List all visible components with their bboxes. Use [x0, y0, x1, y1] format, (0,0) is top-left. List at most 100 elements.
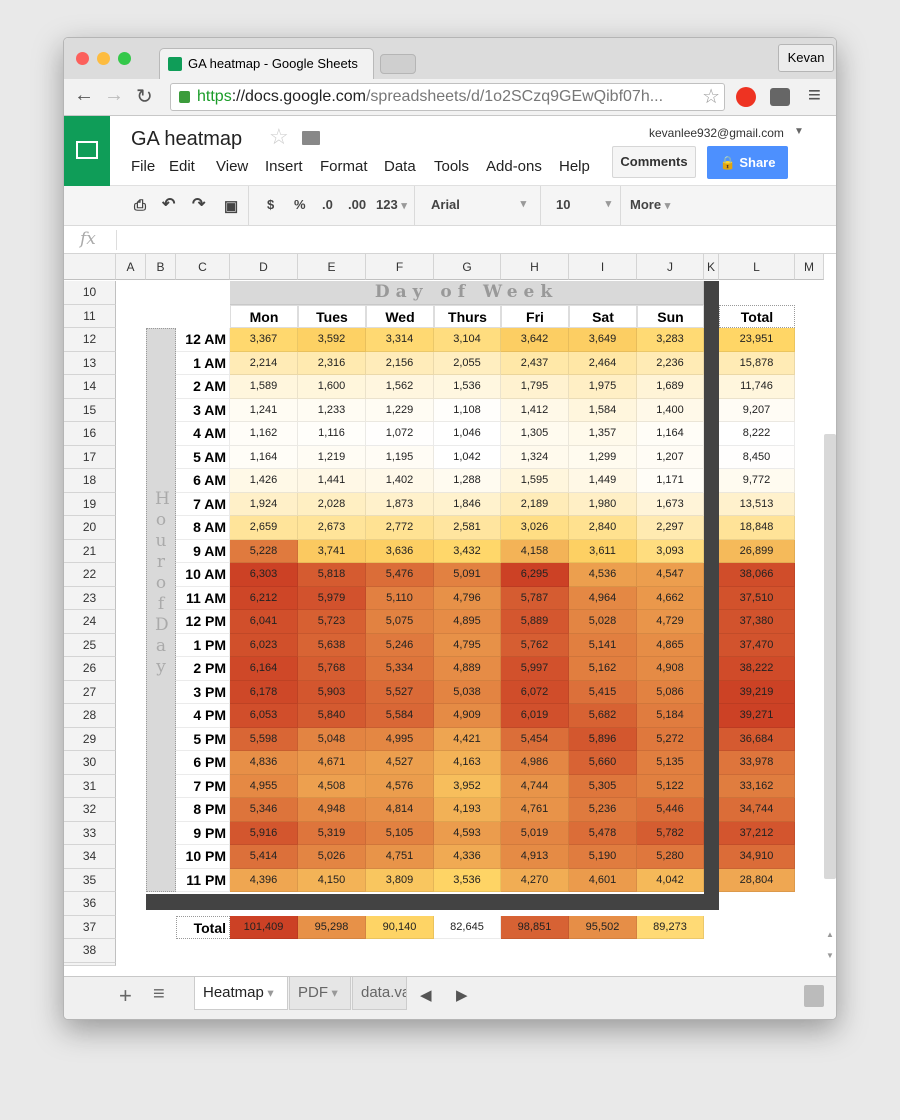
heatmap-cell[interactable]: 4,671: [298, 751, 366, 775]
scroll-up-icon[interactable]: ▲: [826, 930, 834, 939]
heatmap-cell[interactable]: 5,414: [230, 845, 298, 869]
url-input[interactable]: https://docs.google.com/spreadsheets/d/1…: [170, 83, 725, 111]
row-header-23[interactable]: 23: [64, 586, 116, 610]
undo-icon[interactable]: ↶: [162, 194, 175, 214]
heatmap-cell[interactable]: 5,660: [569, 751, 637, 775]
heatmap-cell[interactable]: 1,924: [230, 492, 298, 516]
heatmap-cell[interactable]: 3,741: [298, 539, 366, 563]
row-header-15[interactable]: 15: [64, 398, 116, 422]
increase-decimal-button[interactable]: .00: [348, 197, 366, 212]
row-header-38[interactable]: 38: [64, 939, 116, 963]
row-header-30[interactable]: 30: [64, 751, 116, 775]
row-header-29[interactable]: 29: [64, 727, 116, 751]
sheet-tab-heatmap[interactable]: Heatmap ▾: [194, 977, 288, 1010]
heatmap-cell[interactable]: 5,246: [366, 633, 434, 657]
sheet-tab-datava[interactable]: data.va: [352, 977, 407, 1010]
menu-insert[interactable]: Insert: [265, 158, 303, 175]
row-total-cell[interactable]: 37,212: [719, 821, 795, 845]
row-total-cell[interactable]: 8,450: [719, 445, 795, 469]
heatmap-cell[interactable]: 5,228: [230, 539, 298, 563]
heatmap-cell[interactable]: 3,952: [434, 774, 501, 798]
heatmap-cell[interactable]: 2,316: [298, 351, 366, 375]
heatmap-cell[interactable]: 5,110: [366, 586, 434, 610]
scroll-tabs-left-icon[interactable]: ◀: [420, 986, 432, 1004]
back-icon[interactable]: ←: [74, 84, 94, 107]
heatmap-cell[interactable]: 2,055: [434, 351, 501, 375]
heatmap-cell[interactable]: 5,889: [501, 610, 569, 634]
font-size-select[interactable]: 10 ▾: [556, 197, 611, 212]
heatmap-cell[interactable]: 1,195: [366, 445, 434, 469]
row-header-19[interactable]: 19: [64, 492, 116, 516]
heatmap-cell[interactable]: 5,997: [501, 657, 569, 681]
heatmap-cell[interactable]: 1,171: [637, 469, 704, 493]
heatmap-cell[interactable]: 5,896: [569, 727, 637, 751]
menu-file[interactable]: File: [131, 158, 155, 175]
heatmap-cell[interactable]: 4,270: [501, 868, 569, 892]
heatmap-cell[interactable]: 5,916: [230, 821, 298, 845]
row-header-33[interactable]: 33: [64, 821, 116, 845]
folder-icon[interactable]: [302, 131, 320, 145]
heatmap-cell[interactable]: 3,649: [569, 328, 637, 352]
menu-icon[interactable]: ≡: [808, 82, 821, 108]
heatmap-cell[interactable]: 5,638: [298, 633, 366, 657]
menu-help[interactable]: Help: [559, 158, 590, 175]
heatmap-cell[interactable]: 5,026: [298, 845, 366, 869]
heatmap-cell[interactable]: 5,319: [298, 821, 366, 845]
heatmap-cell[interactable]: 5,086: [637, 680, 704, 704]
heatmap-cell[interactable]: 4,913: [501, 845, 569, 869]
heatmap-cell[interactable]: 1,426: [230, 469, 298, 493]
heatmap-cell[interactable]: 5,598: [230, 727, 298, 751]
heatmap-cell[interactable]: 4,964: [569, 586, 637, 610]
row-total-cell[interactable]: 26,899: [719, 539, 795, 563]
column-header-E[interactable]: E: [298, 254, 366, 280]
row-header-25[interactable]: 25: [64, 633, 116, 657]
row-header-22[interactable]: 22: [64, 563, 116, 587]
heatmap-cell[interactable]: 6,295: [501, 563, 569, 587]
heatmap-cell[interactable]: 5,787: [501, 586, 569, 610]
currency-format-button[interactable]: $: [267, 197, 274, 212]
heatmap-cell[interactable]: 5,840: [298, 704, 366, 728]
heatmap-cell[interactable]: 5,476: [366, 563, 434, 587]
row-header-16[interactable]: 16: [64, 422, 116, 446]
heatmap-cell[interactable]: 2,236: [637, 351, 704, 375]
row-header-32[interactable]: 32: [64, 798, 116, 822]
heatmap-cell[interactable]: 1,324: [501, 445, 569, 469]
heatmap-cell[interactable]: 1,873: [366, 492, 434, 516]
heatmap-cell[interactable]: 4,986: [501, 751, 569, 775]
heatmap-cell[interactable]: 4,836: [230, 751, 298, 775]
heatmap-cell[interactable]: 1,562: [366, 375, 434, 399]
number-format-button[interactable]: 123 ▾: [376, 197, 407, 212]
row-header-12[interactable]: 12: [64, 328, 116, 352]
column-header-C[interactable]: C: [176, 254, 230, 280]
heatmap-cell[interactable]: 5,280: [637, 845, 704, 869]
heatmap-cell[interactable]: 4,593: [434, 821, 501, 845]
comments-button[interactable]: Comments: [612, 146, 696, 178]
heatmap-cell[interactable]: 1,673: [637, 492, 704, 516]
decrease-decimal-button[interactable]: .0: [322, 197, 333, 212]
heatmap-cell[interactable]: 1,412: [501, 398, 569, 422]
row-header-17[interactable]: 17: [64, 445, 116, 469]
row-total-cell[interactable]: 23,951: [719, 328, 795, 352]
row-header-10[interactable]: 10: [64, 281, 116, 305]
row-total-cell[interactable]: 36,684: [719, 727, 795, 751]
row-total-cell[interactable]: 37,470: [719, 633, 795, 657]
heatmap-cell[interactable]: 5,762: [501, 633, 569, 657]
row-header-36[interactable]: 36: [64, 892, 116, 916]
paint-format-icon[interactable]: ▣: [224, 197, 238, 215]
menu-format[interactable]: Format: [320, 158, 368, 175]
heatmap-cell[interactable]: 1,449: [569, 469, 637, 493]
heatmap-cell[interactable]: 4,729: [637, 610, 704, 634]
font-select[interactable]: Arial ▾: [431, 197, 526, 212]
heatmap-cell[interactable]: 5,122: [637, 774, 704, 798]
heatmap-cell[interactable]: 1,402: [366, 469, 434, 493]
row-header-21[interactable]: 21: [64, 539, 116, 563]
row-total-cell[interactable]: 33,978: [719, 751, 795, 775]
column-total-cell[interactable]: 89,273: [637, 915, 704, 939]
heatmap-cell[interactable]: 1,164: [230, 445, 298, 469]
heatmap-cell[interactable]: 5,091: [434, 563, 501, 587]
heatmap-cell[interactable]: 1,441: [298, 469, 366, 493]
account-email[interactable]: kevanlee932@gmail.com: [649, 126, 784, 140]
scroll-tabs-right-icon[interactable]: ▶: [456, 986, 468, 1004]
heatmap-cell[interactable]: 5,584: [366, 704, 434, 728]
column-header-G[interactable]: G: [434, 254, 501, 280]
